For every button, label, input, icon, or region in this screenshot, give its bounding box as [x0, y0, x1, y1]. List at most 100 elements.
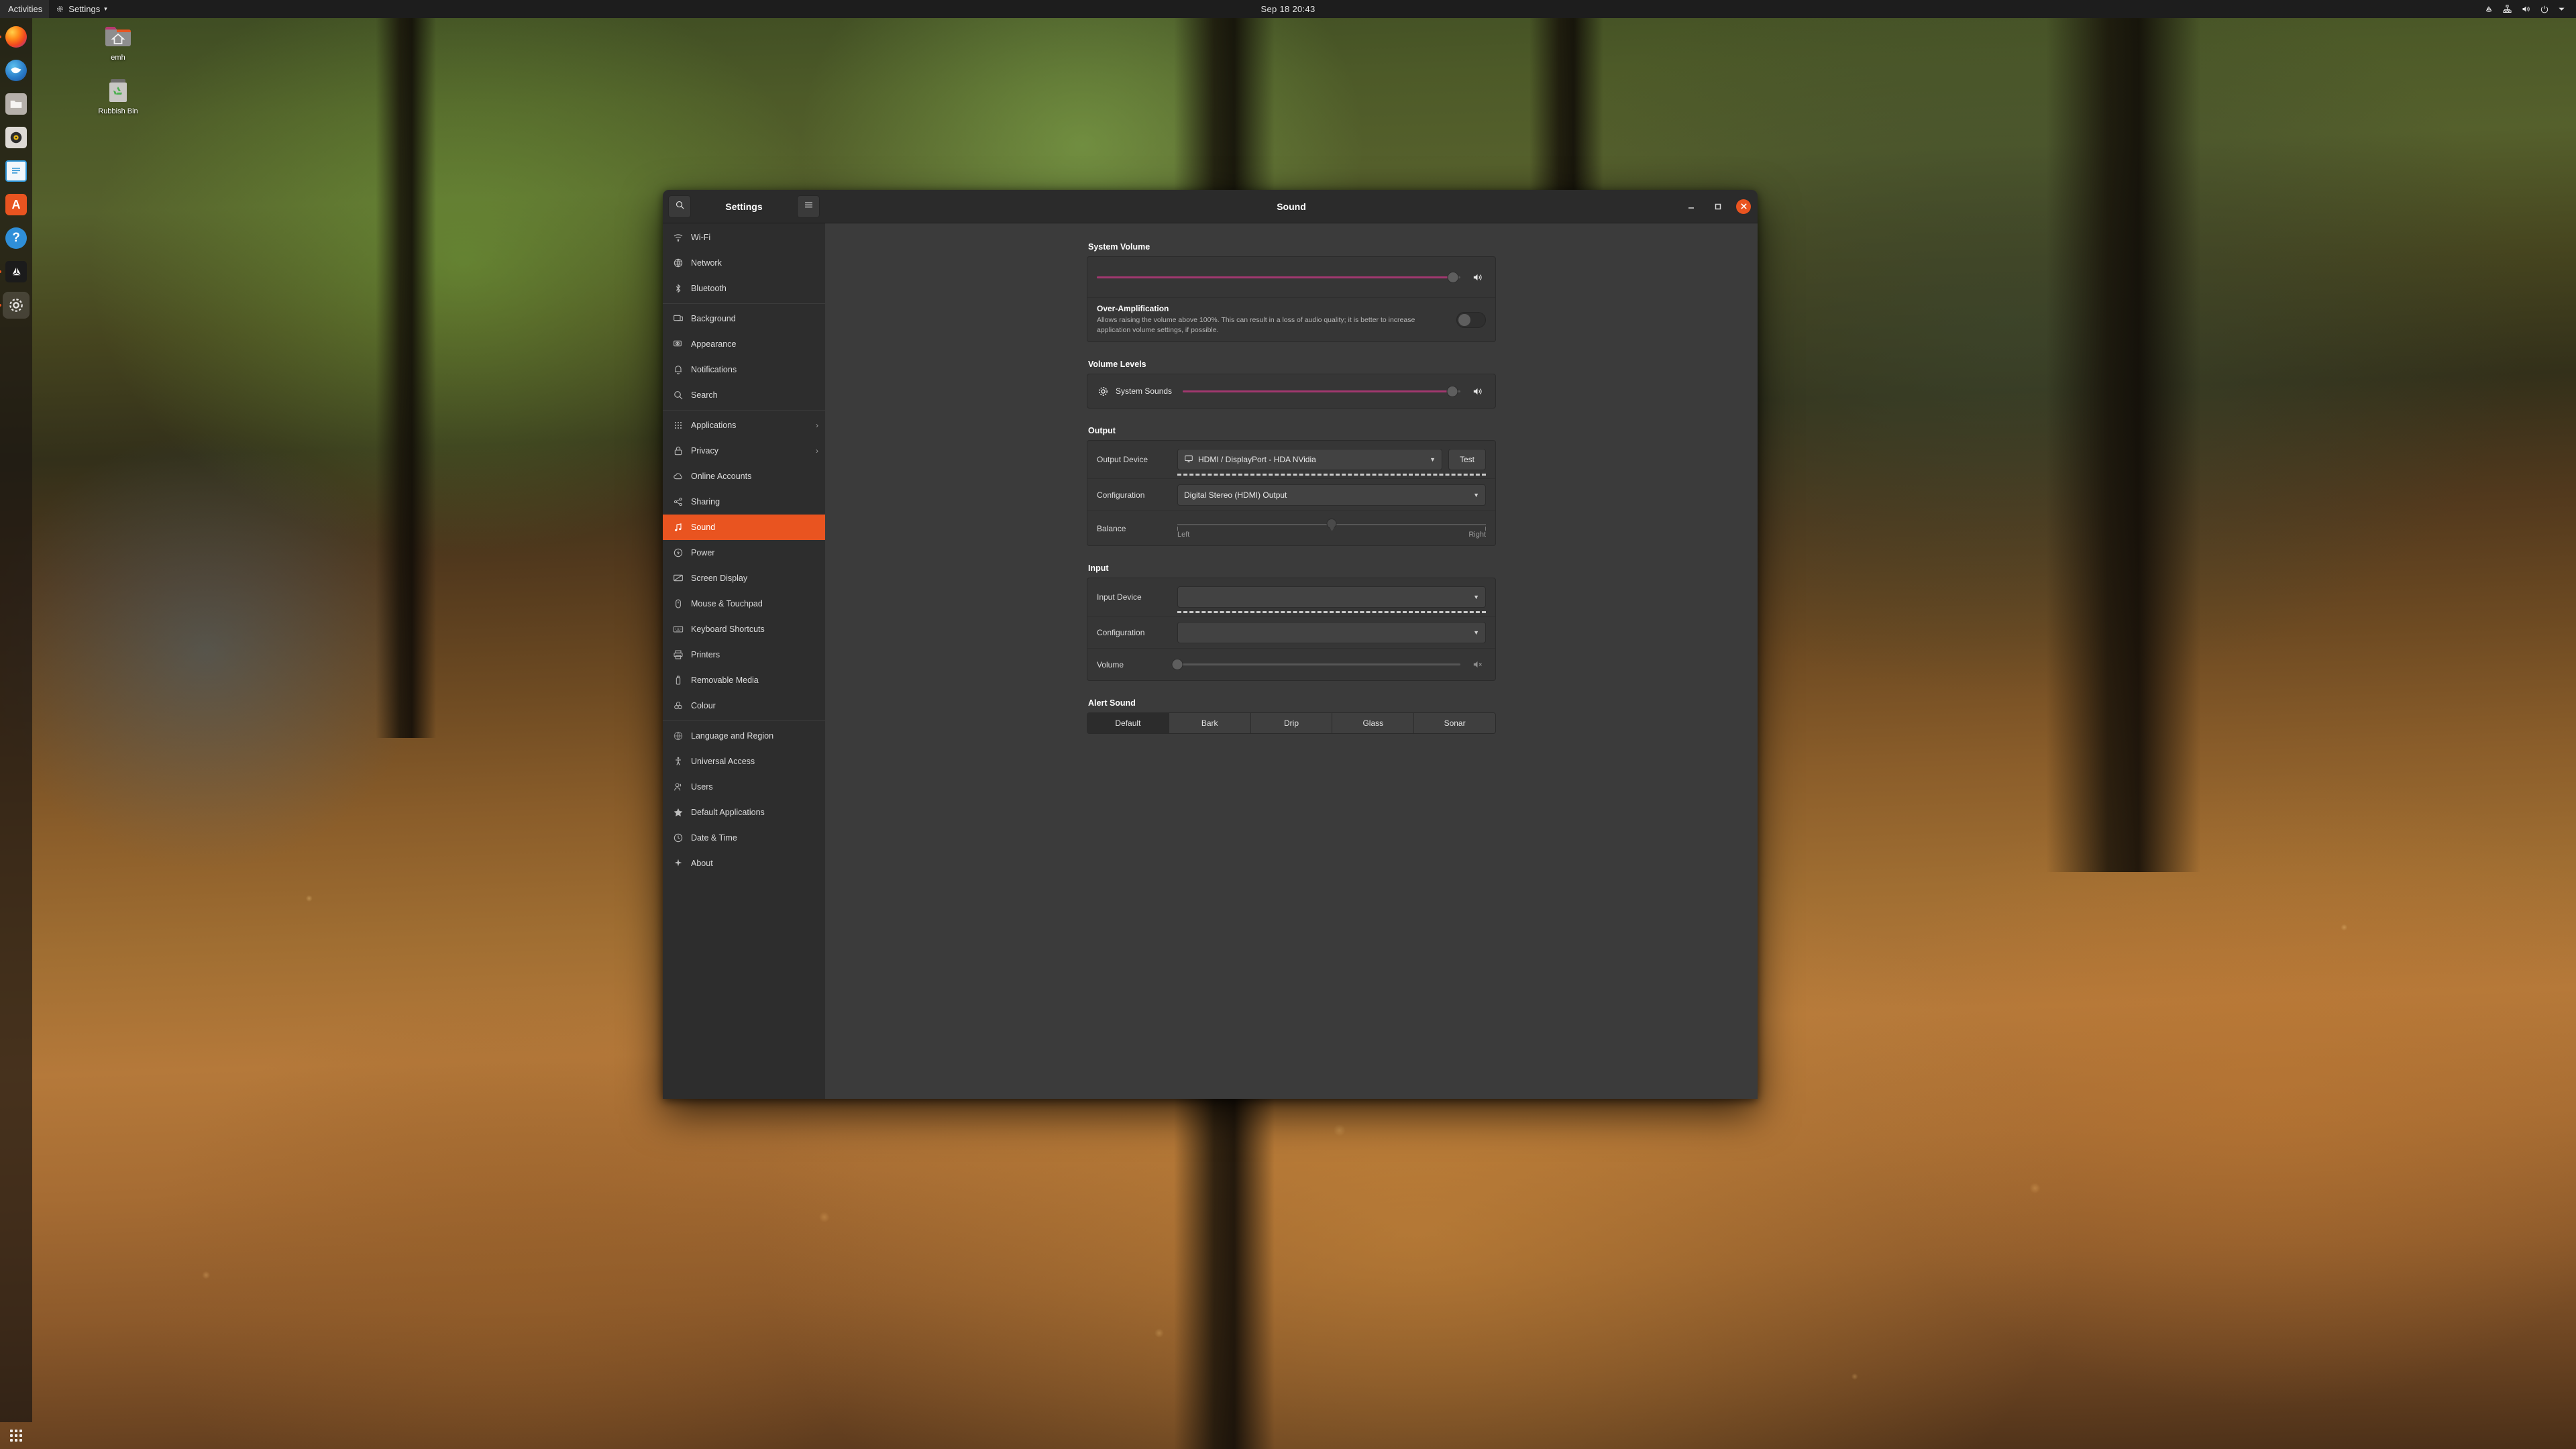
dock-item-firefox[interactable] [0, 23, 30, 50]
output-heading: Output [1088, 426, 1116, 435]
background-icon [672, 313, 684, 325]
alert-sound-option-default[interactable]: Default [1087, 713, 1169, 733]
slider-handle[interactable] [1447, 271, 1459, 283]
system-sounds-slider[interactable] [1183, 384, 1460, 398]
volume-levels-heading: Volume Levels [1088, 360, 1146, 369]
sidebar-item-notifications[interactable]: Notifications [663, 357, 825, 382]
sidebar-item-label: Language and Region [691, 731, 774, 741]
input-configuration-label: Configuration [1097, 627, 1145, 637]
running-indicator [0, 270, 1, 273]
gnome-top-bar: Activities Settings ▾ Sep 18 20:43 [0, 0, 2576, 18]
dock-item-files[interactable] [3, 91, 30, 117]
power-icon [2540, 5, 2549, 14]
close-button[interactable] [1736, 199, 1751, 214]
input-device-dropdown[interactable]: ▼ [1177, 586, 1486, 608]
input-volume-row: Volume [1087, 648, 1495, 680]
sidebar-item-sound[interactable]: Sound [663, 515, 825, 540]
dock-item-thunderbird[interactable] [3, 57, 30, 84]
sidebar-item-search[interactable]: Search [663, 382, 825, 408]
balance-slider[interactable]: Left Right [1177, 515, 1486, 542]
sidebar-item-label: Online Accounts [691, 472, 752, 481]
dock-item-rhythmbox[interactable] [3, 124, 30, 151]
sidebar-item-label: Search [691, 390, 718, 400]
alert-sound-option-drip[interactable]: Drip [1250, 713, 1332, 733]
monitor-icon [1184, 454, 1193, 466]
dock-item-ubuntu-software[interactable]: A [3, 191, 30, 218]
desktop-icon-home-folder[interactable]: emh [90, 23, 146, 62]
ubuntu-software-icon: A [5, 194, 27, 215]
sidebar-item-background[interactable]: Background [663, 306, 825, 331]
ubuntu-dock: A ? [0, 18, 32, 1422]
search-button[interactable] [668, 195, 691, 218]
colour-icon [672, 700, 684, 712]
sidebar-item-privacy[interactable]: Privacy › [663, 438, 825, 464]
dock-item-help[interactable]: ? [3, 225, 30, 252]
dock-item-settings[interactable] [0, 292, 30, 319]
sidebar-item-date-and-time[interactable]: Date & Time [663, 825, 825, 851]
app-menu-button[interactable]: Settings ▾ [49, 0, 114, 18]
sidebar-item-network[interactable]: Network [663, 250, 825, 276]
files-folder-icon [5, 93, 27, 115]
output-configuration-value: Digital Stereo (HDMI) Output [1184, 490, 1287, 500]
alert-sound-option-glass[interactable]: Glass [1332, 713, 1414, 733]
slider-handle[interactable] [1326, 518, 1337, 529]
sidebar-item-screen-display[interactable]: Screen Display [663, 566, 825, 591]
printer-icon [672, 649, 684, 661]
sidebar-item-sharing[interactable]: Sharing [663, 489, 825, 515]
test-button[interactable]: Test [1448, 449, 1486, 470]
sidebar-item-appearance[interactable]: Appearance [663, 331, 825, 357]
sidebar-item-printers[interactable]: Printers [663, 642, 825, 667]
volume-icon [2521, 4, 2531, 14]
sidebar-item-users[interactable]: Users [663, 774, 825, 800]
wifi-icon [672, 232, 684, 244]
network-icon [2502, 4, 2512, 14]
dock-item-libreoffice-writer[interactable] [3, 158, 30, 184]
sidebar-item-online-accounts[interactable]: Online Accounts [663, 464, 825, 489]
system-sounds-label: System Sounds [1116, 386, 1173, 396]
alert-sound-option-bark[interactable]: Bark [1168, 713, 1250, 733]
running-indicator [0, 36, 1, 38]
sidebar-item-mouse-touchpad[interactable]: Mouse & Touchpad [663, 591, 825, 616]
output-configuration-row: Configuration Digital Stereo (HDMI) Outp… [1087, 478, 1495, 511]
activities-label: Activities [8, 4, 43, 14]
over-amplification-toggle[interactable] [1456, 311, 1486, 328]
sidebar-item-applications[interactable]: Applications › [663, 413, 825, 438]
sidebar-item-power[interactable]: Power [663, 540, 825, 566]
gear-icon [56, 5, 64, 13]
rhythmbox-icon [5, 127, 27, 148]
output-device-dropdown[interactable]: HDMI / DisplayPort - HDA NVidia ▼ [1177, 449, 1442, 470]
sidebar-item-about[interactable]: About [663, 851, 825, 876]
slider-handle[interactable] [1446, 385, 1458, 397]
sidebar-item-keyboard-shortcuts[interactable]: Keyboard Shortcuts [663, 616, 825, 642]
sidebar-header: Settings [663, 190, 825, 223]
dock-item-unity[interactable] [0, 258, 30, 285]
slider-fill [1097, 276, 1454, 278]
sidebar-item-removable-media[interactable]: Removable Media [663, 667, 825, 693]
output-card: Output Device HDMI / DisplayPort - HDA N… [1087, 440, 1496, 546]
input-configuration-dropdown[interactable]: ▼ [1177, 621, 1486, 643]
chevron-down-icon: ▼ [1473, 629, 1479, 636]
sidebar-item-universal-access[interactable]: Universal Access [663, 749, 825, 774]
sidebar-item-bluetooth[interactable]: Bluetooth [663, 276, 825, 301]
chevron-right-icon: › [816, 446, 818, 455]
sidebar-item-language-and-region[interactable]: Language and Region [663, 723, 825, 749]
sidebar-item-wifi[interactable]: Wi-Fi [663, 225, 825, 250]
clock-button[interactable]: Sep 18 20:43 [1254, 0, 1322, 18]
maximize-button[interactable] [1709, 198, 1727, 215]
alert-sound-option-sonar[interactable]: Sonar [1413, 713, 1495, 733]
clock-icon [672, 833, 684, 844]
output-configuration-dropdown[interactable]: Digital Stereo (HDMI) Output ▼ [1177, 484, 1486, 506]
show-applications-button[interactable] [0, 1422, 32, 1449]
activities-button[interactable]: Activities [0, 0, 50, 18]
system-status-area[interactable] [2477, 0, 2572, 18]
sidebar-item-label: Sharing [691, 497, 720, 506]
input-volume-slider[interactable] [1171, 657, 1460, 672]
main-menu-button[interactable] [797, 195, 820, 218]
system-volume-slider[interactable] [1097, 270, 1460, 284]
sidebar-item-colour[interactable]: Colour [663, 693, 825, 718]
input-device-row: Input Device ▼ [1087, 578, 1495, 616]
sidebar-item-default-applications[interactable]: Default Applications [663, 800, 825, 825]
minimize-button[interactable] [1682, 198, 1700, 215]
desktop-icon-rubbish-bin[interactable]: Rubbish Bin [90, 76, 146, 115]
slider-handle[interactable] [1171, 659, 1183, 670]
